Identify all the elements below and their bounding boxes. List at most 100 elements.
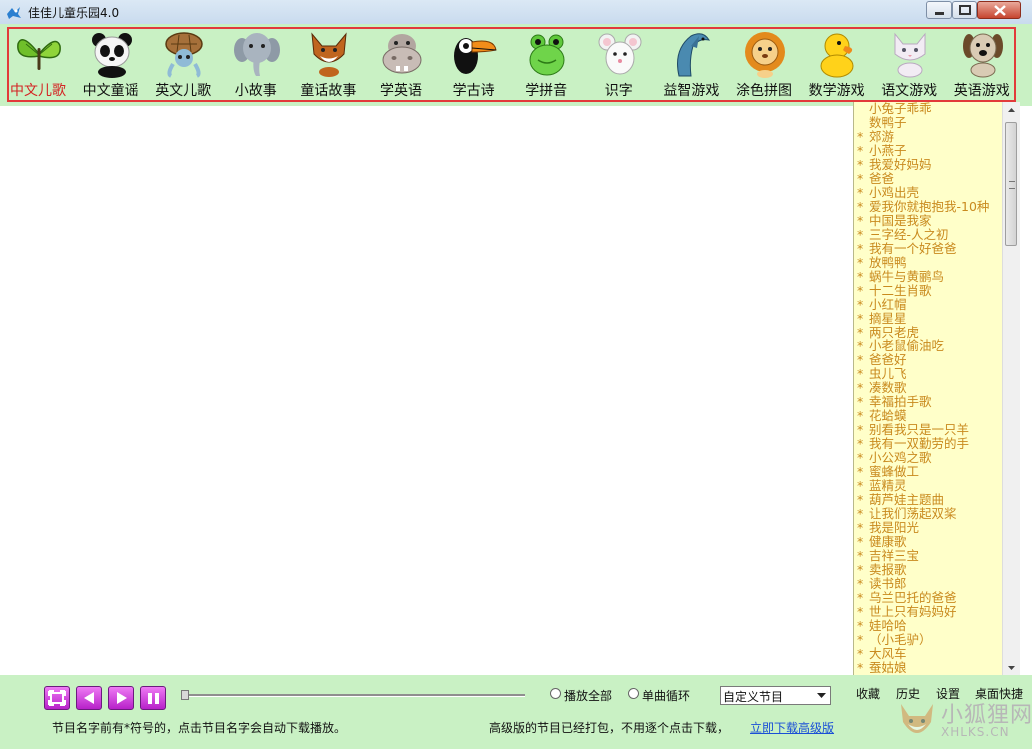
song-list-item[interactable]: * 我是阳光 bbox=[857, 521, 989, 535]
song-list-item[interactable]: * 我有一个好爸爸 bbox=[857, 240, 989, 256]
song-list-item[interactable]: * 卖报歌 bbox=[857, 561, 989, 577]
song-list-item[interactable]: * 蚕姑娘 bbox=[857, 659, 989, 675]
song-list-item[interactable]: * 虫儿飞 bbox=[857, 367, 989, 381]
song-list-item[interactable]: * 小公鸡之歌 bbox=[857, 451, 989, 465]
song-title: 蚕姑娘 bbox=[869, 659, 907, 675]
arrow-up-icon bbox=[1008, 108, 1015, 112]
download-star-icon: * bbox=[857, 645, 864, 661]
song-list-item[interactable]: * 让我们荡起双桨 bbox=[857, 507, 989, 521]
download-star-icon: * bbox=[857, 366, 864, 382]
download-star-icon: * bbox=[857, 436, 864, 452]
download-star-icon: * bbox=[857, 422, 864, 438]
song-list-item[interactable]: * 世上只有妈妈好 bbox=[857, 604, 989, 619]
song-list-item[interactable]: * 郊游 bbox=[857, 128, 989, 144]
song-list-item[interactable]: 数鸭子 bbox=[857, 115, 989, 130]
download-star-icon: * bbox=[857, 589, 864, 605]
song-list-item[interactable]: * 读书郎 bbox=[857, 576, 989, 591]
song-title: 让我们荡起双桨 bbox=[869, 506, 957, 522]
song-title: 爸爸好 bbox=[869, 352, 907, 368]
single-loop-label: 单曲循环 bbox=[642, 689, 691, 703]
close-button[interactable] bbox=[977, 1, 1021, 19]
progress-knob[interactable] bbox=[181, 690, 189, 700]
song-title: 卖报歌 bbox=[869, 561, 907, 577]
watermark-domain: XHLKS.CN bbox=[941, 725, 1010, 739]
program-select[interactable]: 自定义节目 bbox=[720, 686, 831, 705]
song-list-item[interactable]: * 爱我你就抱抱我-10种 bbox=[857, 198, 989, 214]
song-title: 我有一个好爸爸 bbox=[869, 240, 957, 256]
song-title: 凑数歌 bbox=[869, 380, 907, 396]
song-list-item[interactable]: * 吉祥三宝 bbox=[857, 549, 989, 563]
playback-progress-slider[interactable] bbox=[181, 690, 529, 700]
download-star-icon: * bbox=[857, 198, 864, 214]
song-list: 小兔子乖乖 数鸭子 * 郊游 * 小燕子 * 我爱好妈妈 * 爸爸 * 小鸡出壳 * 爱我你就抱抱我-10… bbox=[857, 102, 989, 675]
song-title: 吉祥三宝 bbox=[869, 548, 920, 563]
song-list-item[interactable]: * 葫芦娃主题曲 bbox=[857, 493, 989, 507]
song-list-item[interactable]: * 健康歌 bbox=[857, 535, 989, 549]
download-star-icon: * bbox=[857, 352, 864, 368]
song-title: 小公鸡之歌 bbox=[869, 450, 932, 466]
song-list-item[interactable]: 小兔子乖乖 bbox=[857, 102, 989, 116]
scrollbar-grip-icon bbox=[1009, 181, 1015, 189]
download-star-icon: * bbox=[857, 561, 864, 577]
song-list-item[interactable]: * 我爱好妈妈 bbox=[857, 157, 989, 172]
song-list-scrollbar[interactable] bbox=[1002, 102, 1020, 676]
pause-button[interactable] bbox=[140, 686, 166, 710]
toolbar-highlight-frame bbox=[7, 27, 1016, 102]
download-star-icon: * bbox=[857, 380, 864, 396]
play-button[interactable] bbox=[108, 686, 134, 710]
song-title: 蓝精灵 bbox=[869, 478, 907, 494]
song-list-item[interactable]: * 花蛤蟆 bbox=[857, 409, 989, 423]
song-list-item[interactable]: * 凑数歌 bbox=[857, 381, 989, 395]
song-list-item[interactable]: * （小毛驴） bbox=[857, 631, 989, 647]
song-title: 小鸡出壳 bbox=[869, 184, 920, 200]
song-list-item[interactable]: * 蓝精灵 bbox=[857, 479, 989, 493]
song-list-item[interactable]: * 摘星星 bbox=[857, 310, 989, 326]
progress-track bbox=[185, 694, 525, 697]
download-star-icon: * bbox=[857, 338, 864, 354]
song-list-item[interactable]: * 十二生肖歌 bbox=[857, 283, 989, 298]
song-list-item[interactable]: * 乌兰巴托的爸爸 bbox=[857, 589, 989, 605]
download-star-icon: * bbox=[857, 184, 864, 200]
scroll-up-button[interactable] bbox=[1003, 102, 1020, 119]
download-star-icon: * bbox=[857, 310, 864, 326]
song-list-item[interactable]: * 蜗牛与黄鹂鸟 bbox=[857, 269, 989, 284]
minimize-button[interactable] bbox=[926, 1, 952, 19]
song-list-item[interactable]: * 别看我只是一只羊 bbox=[857, 423, 989, 437]
title-bar[interactable]: 佳佳儿童乐园4.0 bbox=[0, 0, 1032, 25]
song-list-item[interactable]: * 小鸡出壳 bbox=[857, 184, 989, 200]
song-list-item[interactable]: * 中国是我家 bbox=[857, 213, 989, 228]
previous-button[interactable] bbox=[76, 686, 102, 710]
song-list-item[interactable]: * 放鸭鸭 bbox=[857, 255, 989, 270]
maximize-icon bbox=[959, 5, 971, 15]
song-list-item[interactable]: * 小老鼠偷油吃 bbox=[857, 339, 989, 353]
song-list-item[interactable]: * 小燕子 bbox=[857, 142, 989, 158]
download-star-icon: * bbox=[857, 631, 864, 647]
download-star-icon: * bbox=[857, 408, 864, 424]
song-list-panel[interactable]: 小兔子乖乖 数鸭子 * 郊游 * 小燕子 * 我爱好妈妈 * 爸爸 * 小鸡出壳 * 爱我你就抱抱我-10… bbox=[853, 102, 1003, 676]
song-title: 爸爸 bbox=[869, 170, 895, 186]
fullscreen-button[interactable] bbox=[44, 686, 70, 710]
song-list-item[interactable]: * 三字经-人之初 bbox=[857, 227, 989, 242]
download-star-icon: * bbox=[857, 128, 864, 144]
song-list-item[interactable]: * 小红帽 bbox=[857, 297, 989, 312]
song-title: 娃哈哈 bbox=[869, 617, 907, 633]
song-list-item[interactable]: * 两只老虎 bbox=[857, 325, 989, 340]
previous-icon bbox=[84, 692, 94, 704]
song-title: 小燕子 bbox=[869, 142, 907, 158]
song-title: 虫儿飞 bbox=[869, 366, 907, 382]
favorites-link[interactable]: 收藏 bbox=[856, 685, 880, 702]
song-list-item[interactable]: * 大风车 bbox=[857, 645, 989, 661]
song-list-item[interactable]: * 娃哈哈 bbox=[857, 617, 989, 633]
song-list-item[interactable]: * 爸爸好 bbox=[857, 353, 989, 367]
song-list-item[interactable]: * 我有一双勤劳的手 bbox=[857, 437, 989, 451]
song-list-item[interactable]: * 爸爸 bbox=[857, 170, 989, 186]
maximize-button[interactable] bbox=[952, 1, 977, 19]
download-star-icon: * bbox=[857, 617, 864, 633]
download-hint-text: 节目名字前有*符号的，点击节目名字会自动下载播放。 bbox=[52, 721, 347, 735]
song-title: 乌兰巴托的爸爸 bbox=[869, 589, 957, 605]
scrollbar-thumb[interactable] bbox=[1005, 122, 1017, 246]
song-list-item[interactable]: * 蜜蜂做工 bbox=[857, 465, 989, 479]
scroll-down-button[interactable] bbox=[1003, 659, 1020, 676]
song-list-item[interactable]: * 幸福拍手歌 bbox=[857, 395, 989, 409]
download-premium-link[interactable]: 立即下载高级版 bbox=[750, 719, 834, 736]
